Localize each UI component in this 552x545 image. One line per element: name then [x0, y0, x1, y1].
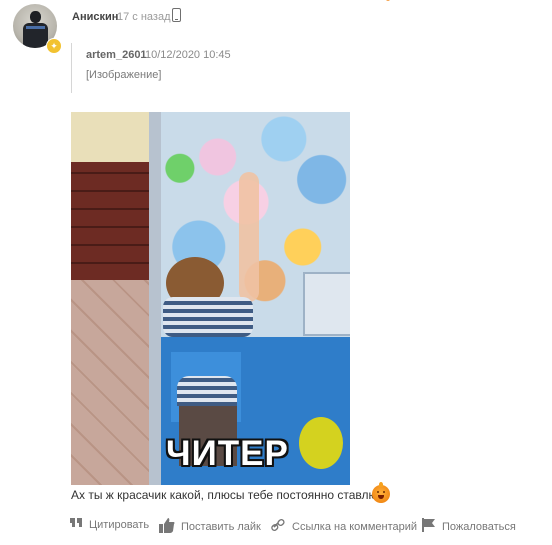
like-button[interactable]: Поставить лайк: [159, 518, 261, 536]
quote-text: [Изображение]: [86, 69, 162, 81]
top-accent-dot: [386, 0, 390, 1]
avatar-figure-head: [30, 11, 41, 23]
photo-child-shirt: [163, 297, 253, 337]
photo-wall: [71, 112, 151, 162]
quote-button-label: Цитировать: [89, 519, 150, 531]
comment-time: 17 с назад: [117, 11, 171, 23]
emoji-eye-left: [377, 491, 379, 493]
comment-image[interactable]: [71, 112, 350, 485]
emoji-eye-right: [383, 491, 385, 493]
phone-icon: [172, 8, 181, 22]
quote-button[interactable]: Цитировать: [70, 518, 149, 532]
emoji-icon: [372, 482, 390, 503]
like-icon: [159, 518, 175, 536]
comment-link-label: Ссылка на комментарий: [292, 520, 418, 533]
quote-author[interactable]: artem_2601: [86, 49, 147, 61]
quote-date: 10/12/2020 10:45: [145, 49, 231, 61]
image-caption: ЧИТЕР: [166, 434, 289, 473]
report-button-label: Пожаловаться: [442, 520, 516, 533]
flag-icon: [422, 518, 436, 535]
comment-text: Ах ты ж красачик какой, плюсы тебе посто…: [71, 488, 378, 502]
avatar-figure-band: [26, 26, 45, 29]
emoji-mouth: [378, 495, 384, 499]
emoji-flame: [379, 482, 383, 487]
comment-link-button[interactable]: Ссылка на комментарий: [271, 518, 417, 535]
report-button[interactable]: Пожаловаться: [422, 518, 516, 535]
photo-child-arm: [239, 172, 259, 302]
photo-machine-frame: [149, 112, 161, 485]
quote-icon: [70, 518, 83, 532]
like-button-label: Поставить лайк: [181, 521, 261, 533]
link-icon: [271, 518, 286, 535]
photo-yellow-toy: [299, 417, 343, 469]
comment-author[interactable]: Анискин: [72, 11, 118, 23]
quote-bar: [71, 43, 72, 93]
avatar-badge-icon: ✦: [46, 38, 62, 54]
photo-machine-box: [303, 272, 350, 336]
photo-child-reflection-shirt: [177, 376, 237, 406]
photo-bricks: [71, 162, 151, 280]
